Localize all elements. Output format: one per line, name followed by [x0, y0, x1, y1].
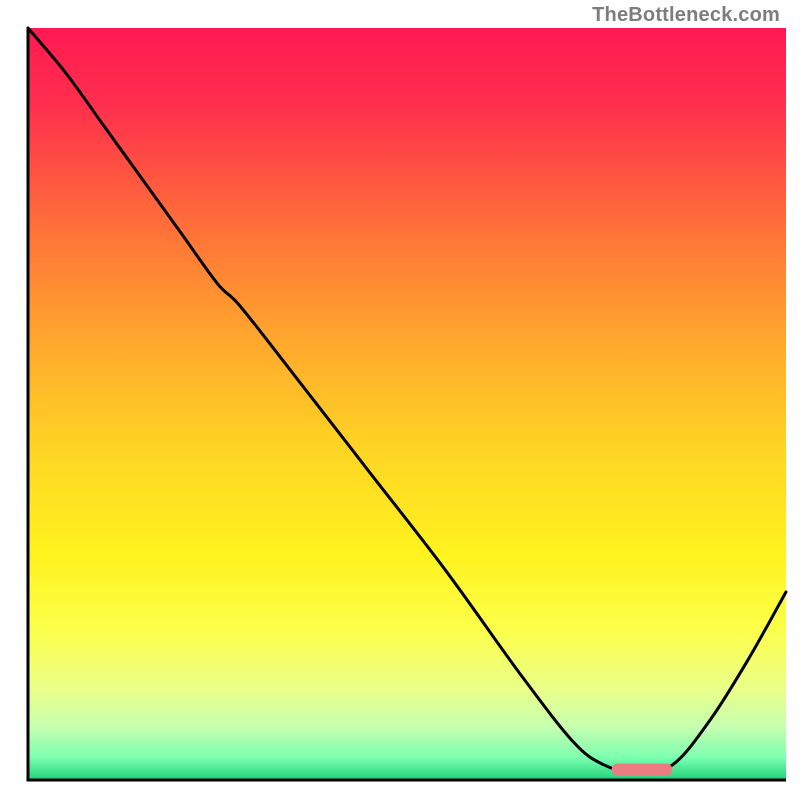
optimal-marker	[612, 763, 673, 775]
bottleneck-chart	[0, 0, 800, 800]
chart-container: { "attribution": "TheBottleneck.com", "c…	[0, 0, 800, 800]
plot-area	[28, 28, 786, 780]
attribution-label: TheBottleneck.com	[592, 4, 780, 27]
